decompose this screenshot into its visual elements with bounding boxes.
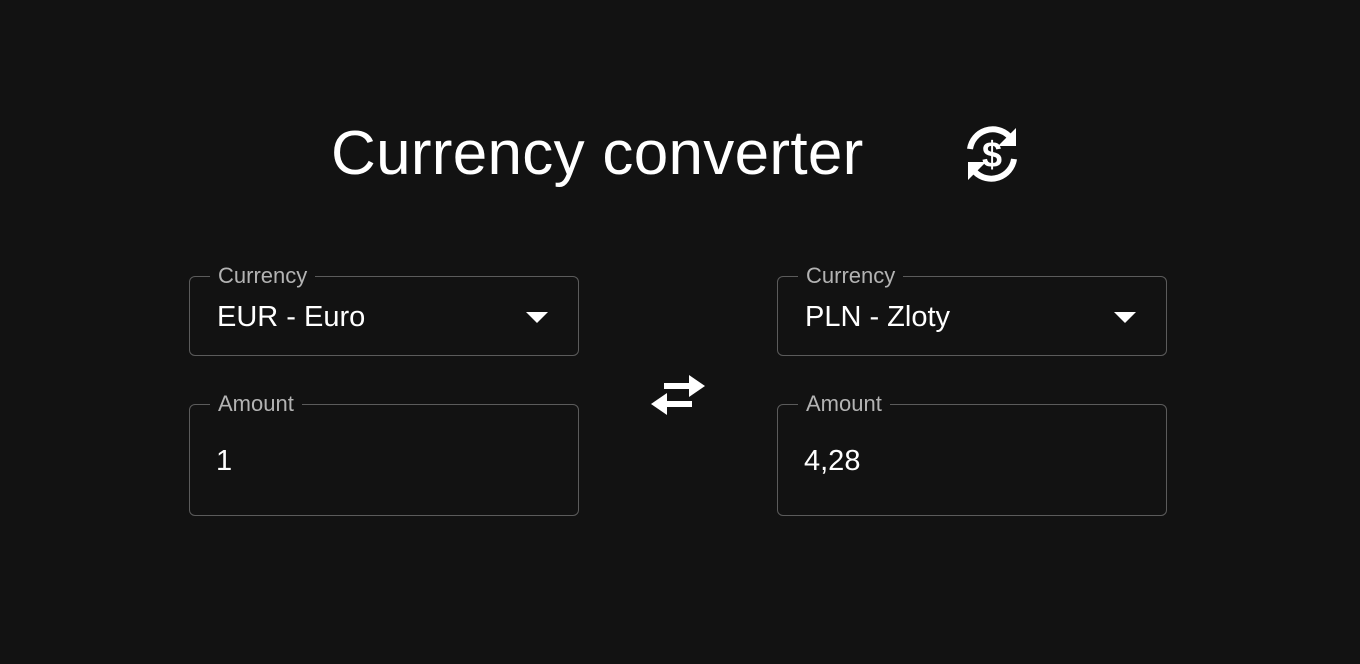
to-amount-input[interactable]	[804, 441, 1134, 481]
chevron-down-icon	[1114, 312, 1136, 323]
swap-arrows-icon	[648, 375, 708, 423]
from-currency-label: Currency	[210, 263, 316, 289]
from-currency-value: EUR - Euro	[217, 301, 366, 333]
page-title: Currency converter	[331, 119, 864, 188]
to-currency-select[interactable]: Currency PLN - Zloty	[777, 263, 1167, 356]
from-amount-field: Amount	[189, 391, 579, 516]
to-amount-label: Amount	[798, 391, 890, 417]
to-currency-value: PLN - Zloty	[805, 301, 951, 333]
chevron-down-icon	[526, 312, 548, 323]
svg-text:$: $	[982, 134, 1002, 175]
currency-exchange-icon: $	[958, 122, 1026, 186]
from-amount-input[interactable]	[216, 441, 546, 481]
from-amount-label: Amount	[210, 391, 302, 417]
header: Currency converter $	[0, 116, 1360, 196]
to-currency-label: Currency	[798, 263, 904, 289]
from-currency-select[interactable]: Currency EUR - Euro	[189, 263, 579, 356]
to-amount-field: Amount	[777, 391, 1167, 516]
currency-converter-page: Currency converter $ Currency EUR - Euro…	[0, 0, 1360, 664]
swap-button[interactable]	[648, 372, 708, 420]
